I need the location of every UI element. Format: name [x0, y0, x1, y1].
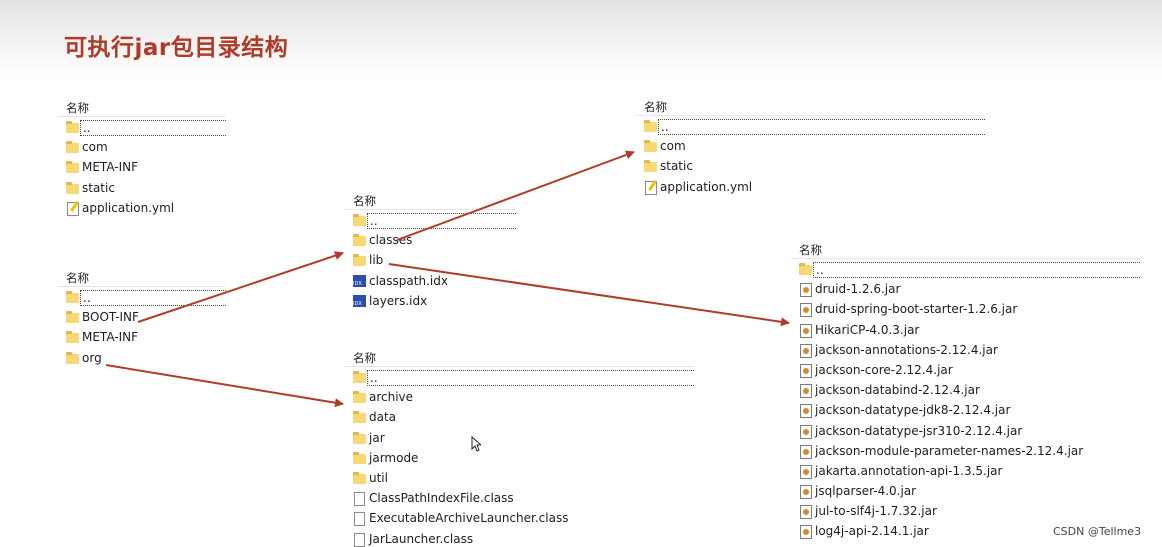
arrow-boot-inf-to-boot-inf-panel — [137, 251, 344, 323]
watermark: CSDN @Tellme3 — [1053, 525, 1142, 538]
arrow-org-to-org-panel — [105, 364, 344, 408]
arrow-classes-to-classes-panel — [396, 150, 635, 241]
mouse-cursor-icon — [471, 436, 481, 452]
connector-arrows — [105, 150, 790, 408]
arrow-lib-to-lib-panel — [388, 263, 790, 327]
